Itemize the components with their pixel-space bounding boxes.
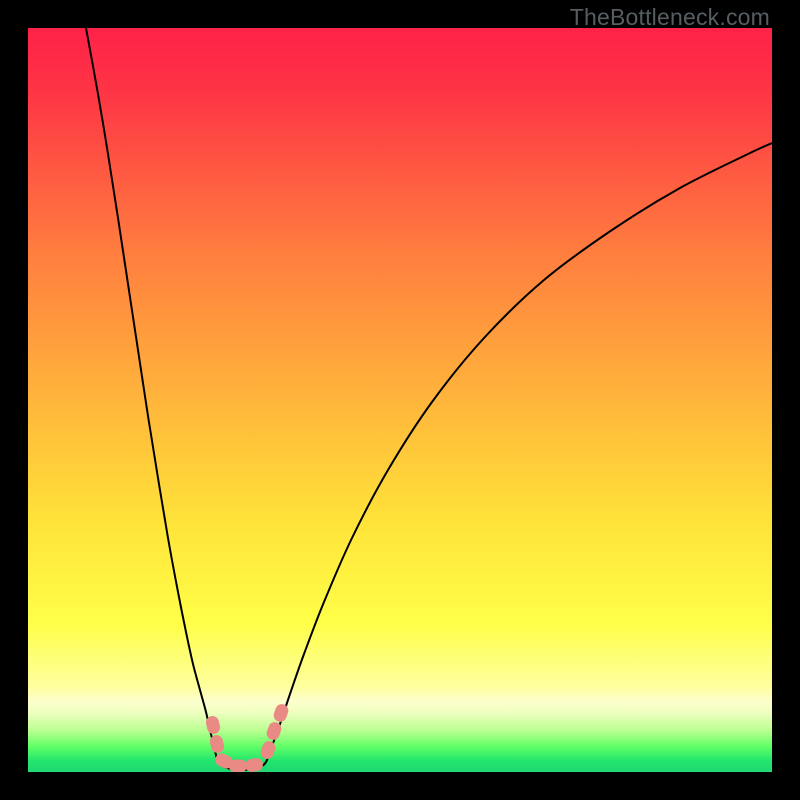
watermark-text: TheBottleneck.com [570, 4, 770, 31]
curve-marker [259, 739, 277, 760]
curve-marker [272, 702, 290, 723]
plot-area [28, 28, 772, 772]
curve-marker [229, 760, 247, 773]
bottleneck-curve [86, 28, 772, 770]
curve-marker [244, 757, 264, 772]
curve-group [86, 28, 772, 770]
marker-group [205, 702, 290, 772]
curve-plot [28, 28, 772, 772]
